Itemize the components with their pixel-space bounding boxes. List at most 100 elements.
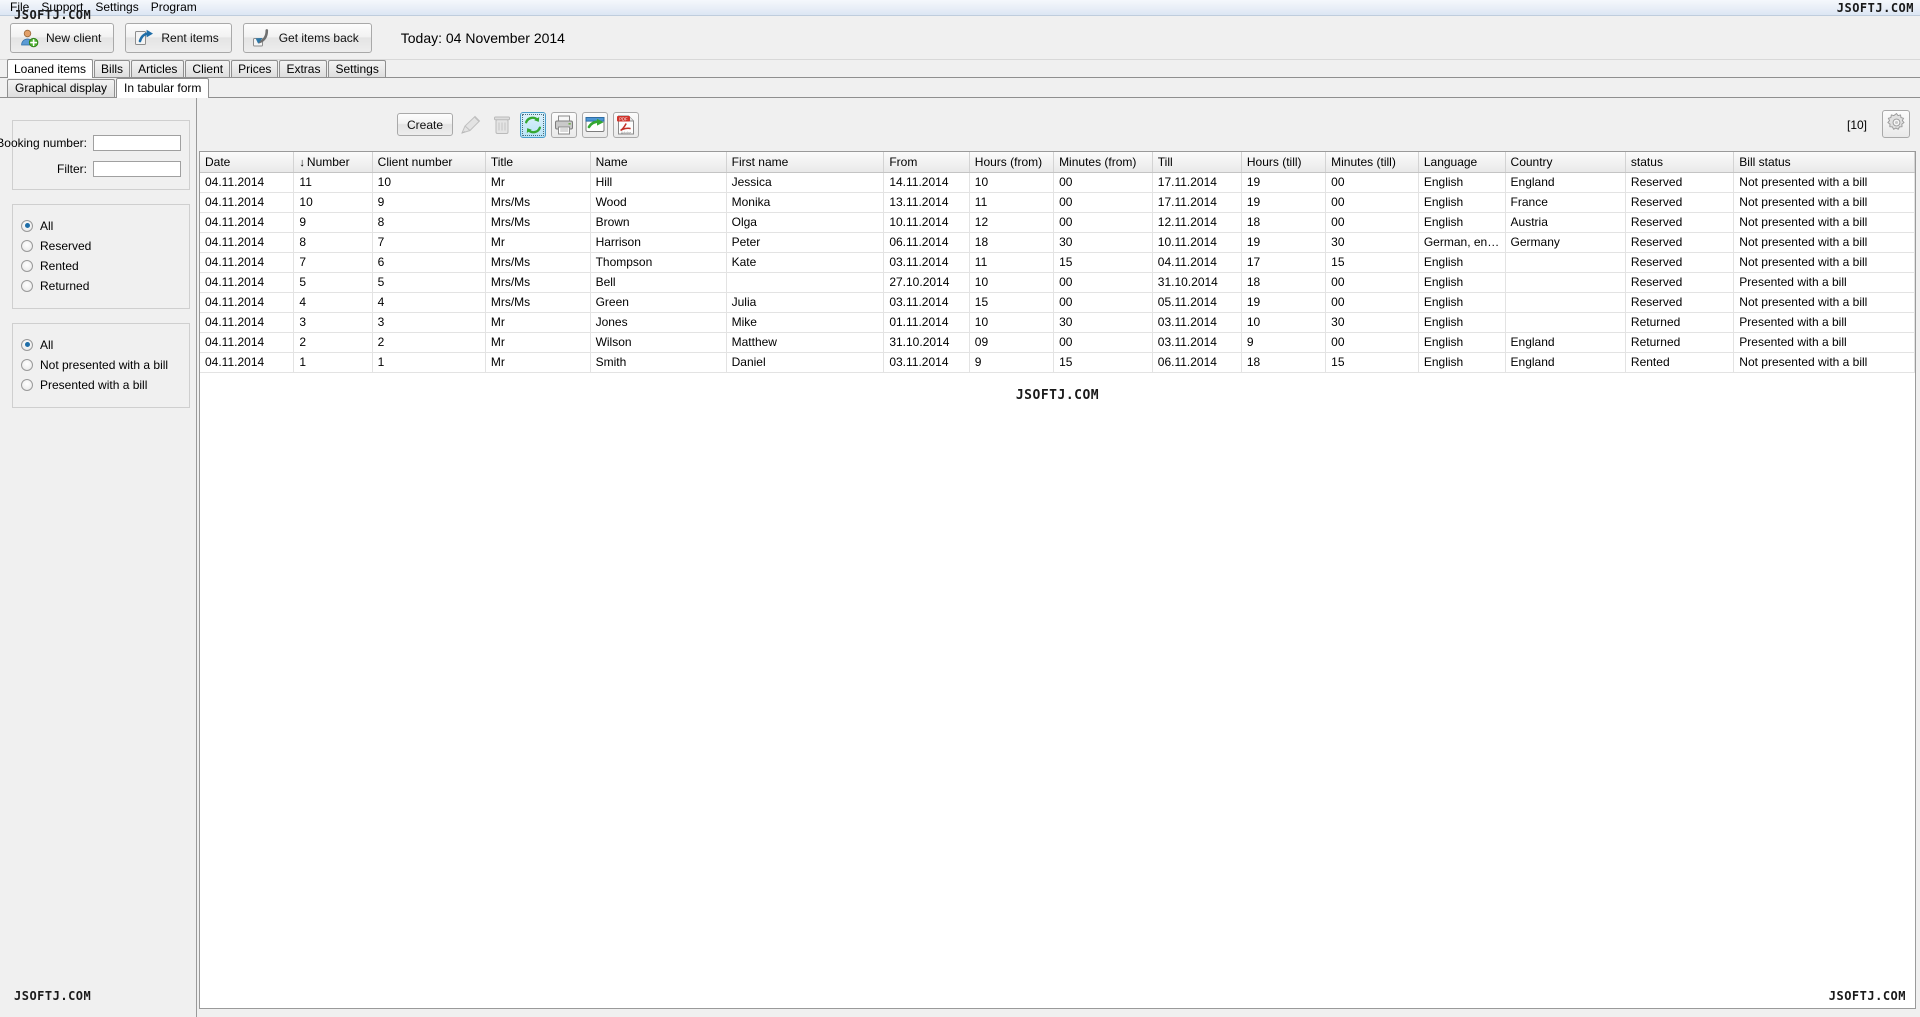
table-cell: Kate (726, 252, 885, 273)
radio-bill-not-presented[interactable]: Not presented with a bill (21, 355, 181, 374)
booking-number-row: Booking number: (0, 135, 181, 151)
table-cell: 30 (1053, 312, 1153, 333)
table-cell: 04.11.2014 (1152, 252, 1242, 273)
table-cell: Not presented with a bill (1733, 172, 1915, 193)
pdf-export-button[interactable]: PDF Adobe (613, 111, 639, 138)
delete-button[interactable] (489, 112, 515, 138)
column-header-status[interactable]: status (1625, 152, 1735, 173)
table-cell: 10 (372, 172, 486, 193)
data-grid-container[interactable]: Date ↓ Number Client number Title Name First n… (199, 151, 1916, 1009)
column-header-bill-status[interactable]: Bill status (1733, 152, 1915, 173)
column-header-language[interactable]: Language (1418, 152, 1506, 173)
table-cell: 19 (1241, 172, 1327, 193)
table-row[interactable]: 04.11.2014 7 6 Mrs/Ms Thompson Kate 03.11.2014… (200, 252, 1915, 273)
tab-bills[interactable]: Bills (94, 60, 131, 77)
table-cell: 11 (293, 172, 373, 193)
table-cell (1505, 272, 1626, 293)
table-cell: 30 (1325, 232, 1419, 253)
table-cell: English (1418, 212, 1506, 233)
table-cell: 04.11.2014 (200, 192, 295, 213)
table-cell: 10 (969, 172, 1055, 193)
column-header-title[interactable]: Title (485, 152, 591, 173)
column-header-hours-from[interactable]: Hours (from) (969, 152, 1055, 173)
table-cell: Reserved (1625, 272, 1735, 293)
table-cell: 04.11.2014 (200, 332, 295, 353)
table-cell: 04.11.2014 (200, 312, 295, 333)
column-header-country[interactable]: Country (1505, 152, 1626, 173)
column-header-till[interactable]: Till (1152, 152, 1242, 173)
table-row[interactable]: 04.11.2014 4 4 Mrs/Ms Green Julia 03.11.2014 15… (200, 292, 1915, 313)
column-header-minutes-till[interactable]: Minutes (till) (1325, 152, 1419, 173)
column-header-label: Title (490, 154, 514, 169)
refresh-icon (523, 115, 543, 135)
create-button[interactable]: Create (397, 113, 453, 136)
tab-client[interactable]: Client (185, 60, 231, 77)
table-row[interactable]: 04.11.2014 9 8 Mrs/Ms Brown Olga 10.11.2014 12 0… (200, 212, 1915, 233)
tab-loaned-items[interactable]: Loaned items (7, 59, 94, 78)
get-items-back-button[interactable]: Get items back (242, 22, 372, 53)
tab-settings[interactable]: Settings (328, 60, 386, 77)
table-cell: 17.11.2014 (1152, 192, 1242, 213)
table-cell: 5 (372, 272, 486, 293)
pdf-icon: PDF Adobe (615, 114, 637, 136)
column-header-minutes-from[interactable]: Minutes (from) (1053, 152, 1153, 173)
table-row[interactable]: 04.11.2014 2 2 Mr Wilson Matthew 31.10.2014 09 0… (200, 332, 1915, 353)
table-cell: Mrs/Ms (485, 192, 591, 213)
menu-item-settings[interactable]: Settings (89, 0, 144, 15)
table-row[interactable]: 04.11.2014 5 5 Mrs/Ms Bell 27.10.2014 10 00 31.1… (200, 272, 1915, 293)
tab-graphical-display[interactable]: Graphical display (7, 79, 116, 97)
column-header-name[interactable]: Name (590, 152, 727, 173)
booking-number-input[interactable] (93, 135, 181, 151)
print-button[interactable] (551, 111, 577, 138)
arrow-in-icon (252, 28, 272, 48)
column-header-hours-till[interactable]: Hours (till) (1241, 152, 1327, 173)
radio-bill-presented[interactable]: Presented with a bill (21, 375, 181, 394)
table-cell: 01.11.2014 (883, 312, 970, 333)
table-cell: Mr (485, 312, 591, 333)
table-cell: 00 (1053, 172, 1153, 193)
table-row[interactable]: 04.11.2014 8 7 Mr Harrison Peter 06.11.2014 18 3… (200, 232, 1915, 253)
table-cell: 17.11.2014 (1152, 172, 1242, 193)
rent-items-button[interactable]: Rent items (125, 22, 232, 53)
column-header-label: Minutes (till) (1331, 154, 1396, 169)
table-cell: English (1418, 332, 1506, 353)
new-client-button[interactable]: New client (10, 22, 115, 53)
radio-bill-all[interactable]: All (21, 335, 181, 354)
edit-button[interactable] (458, 112, 484, 138)
table-row[interactable]: 04.11.2014 1 1 Mr Smith Daniel 03.11.2014 9 15 06… (200, 352, 1915, 373)
table-row[interactable]: 04.11.2014 3 3 Mr Jones Mike 01.11.2014 10 30 03.… (200, 312, 1915, 333)
table-cell: Returned (1625, 312, 1735, 333)
table-cell: 00 (1325, 172, 1419, 193)
tab-prices[interactable]: Prices (231, 60, 279, 77)
radio-status-reserved[interactable]: Reserved (21, 236, 181, 255)
table-cell: 4 (372, 292, 486, 313)
column-header-date[interactable]: Date (200, 152, 295, 173)
radio-status-returned[interactable]: Returned (21, 276, 181, 295)
column-header-from[interactable]: From (883, 152, 970, 173)
refresh-button[interactable] (520, 111, 546, 138)
column-header-label: Client number (377, 154, 453, 169)
radio-status-rented[interactable]: Rented (21, 256, 181, 275)
table-cell: 00 (1053, 212, 1153, 233)
filter-input[interactable] (93, 161, 181, 177)
table-cell (1505, 312, 1626, 333)
radio-status-all[interactable]: All (21, 216, 181, 235)
menu-item-program[interactable]: Program (145, 0, 203, 15)
tab-extras[interactable]: Extras (279, 60, 328, 77)
table-row[interactable]: 04.11.2014 11 10 Mr Hill Jessica 14.11.2014 10 0… (200, 172, 1915, 193)
menu-bar: File Support Settings Program JSOFTJ.COM (0, 0, 1920, 16)
column-header-client-number[interactable]: Client number (372, 152, 486, 173)
table-cell: Wilson (590, 332, 727, 353)
tab-in-tabular-form[interactable]: In tabular form (116, 78, 210, 98)
column-header-label: Number (306, 154, 350, 169)
column-header-first-name[interactable]: First name (726, 152, 885, 173)
grid-settings-button[interactable] (1882, 110, 1910, 138)
column-header-number[interactable]: ↓ Number (293, 152, 373, 173)
table-cell: Mrs/Ms (485, 212, 591, 233)
radio-icon (21, 279, 33, 292)
export-button[interactable] (582, 111, 608, 138)
table-cell: 04.11.2014 (200, 172, 295, 193)
table-header-row: Date ↓ Number Client number Title Name First n… (200, 152, 1915, 173)
tab-articles[interactable]: Articles (131, 60, 185, 77)
table-row[interactable]: 04.11.2014 10 9 Mrs/Ms Wood Monika 13.11.2014 1… (200, 192, 1915, 213)
